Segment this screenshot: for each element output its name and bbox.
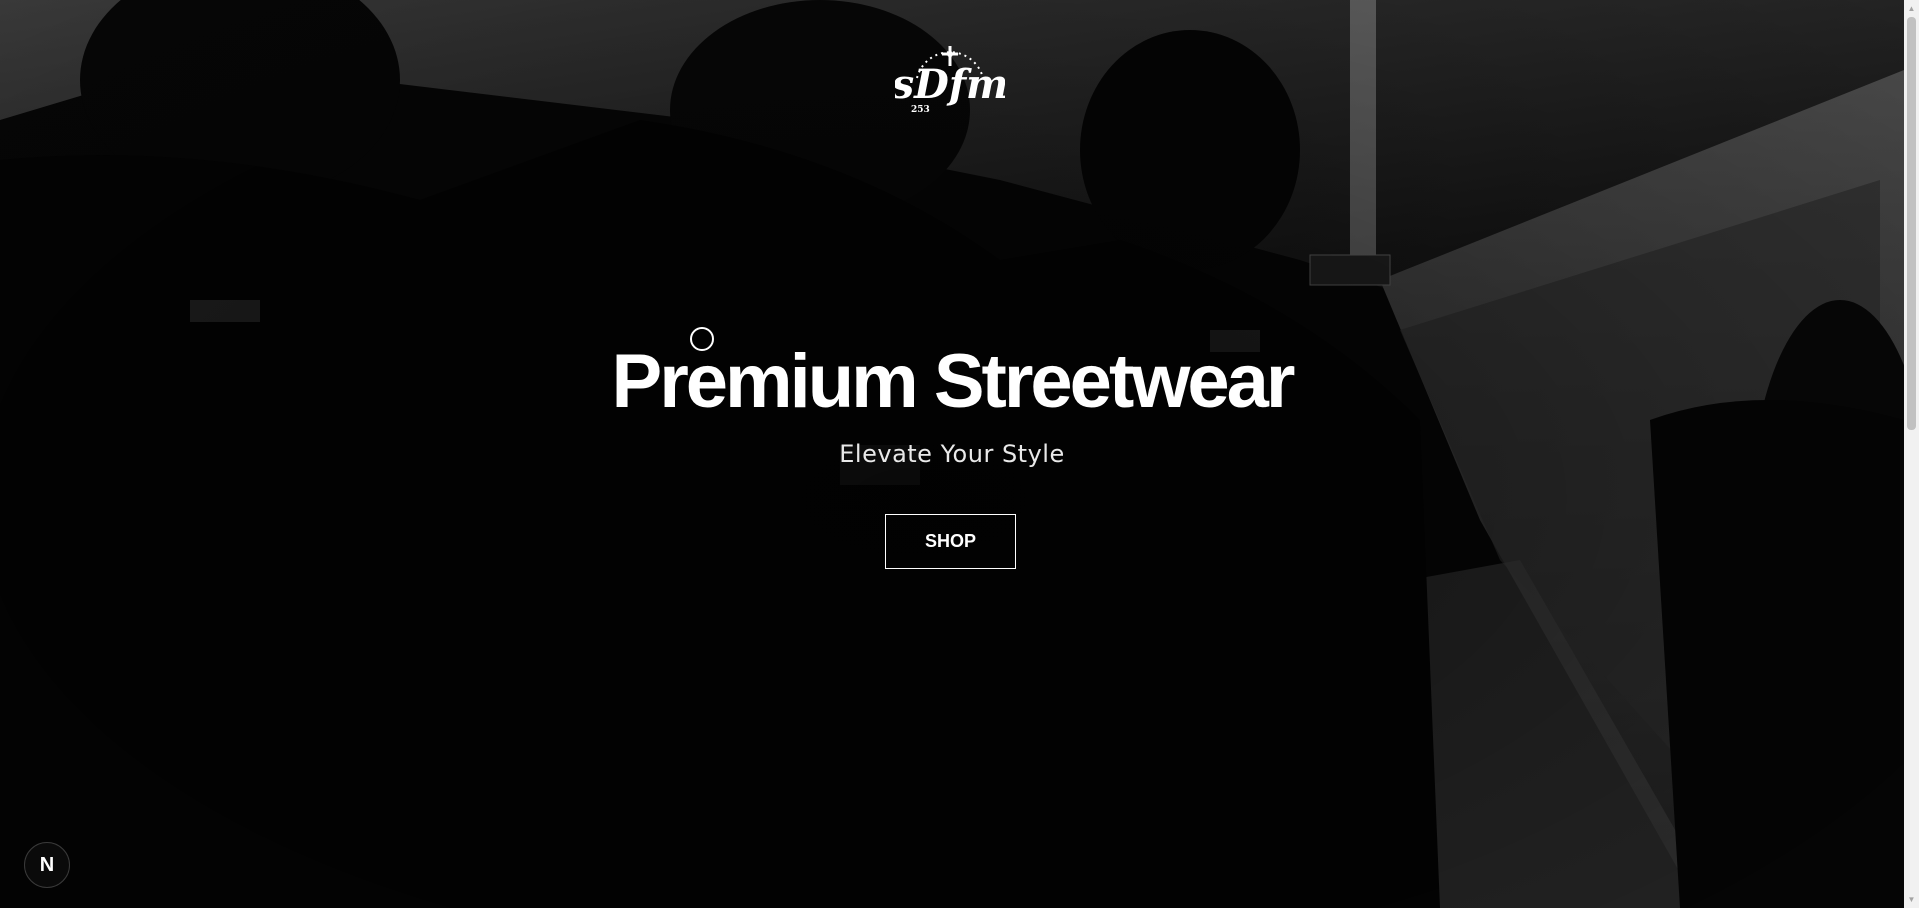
- nextjs-logo-icon: N: [39, 853, 55, 876]
- scroll-up-arrow-icon[interactable]: ▲: [1904, 0, 1919, 17]
- hero-section: sDfm 253 Premium Streetwear Elevate Your…: [0, 0, 1904, 908]
- brand-logo-number: 253: [911, 105, 930, 115]
- hero-subtitle: Elevate Your Style: [839, 440, 1065, 468]
- brand-logo-text: sDfm: [895, 61, 1005, 108]
- nextjs-dev-badge[interactable]: N: [24, 842, 70, 888]
- vertical-scrollbar[interactable]: ▲ ▼: [1904, 0, 1919, 908]
- scroll-down-arrow-icon[interactable]: ▼: [1904, 891, 1919, 908]
- brand-logo[interactable]: sDfm 253: [891, 36, 1008, 118]
- hero-title: Premium Streetwear: [611, 339, 1296, 424]
- scrollbar-thumb[interactable]: [1907, 17, 1916, 430]
- shop-button[interactable]: SHOP: [885, 514, 1016, 569]
- cursor-ring-icon: [690, 327, 714, 351]
- brand-logo-mark: sDfm 253: [891, 46, 1008, 115]
